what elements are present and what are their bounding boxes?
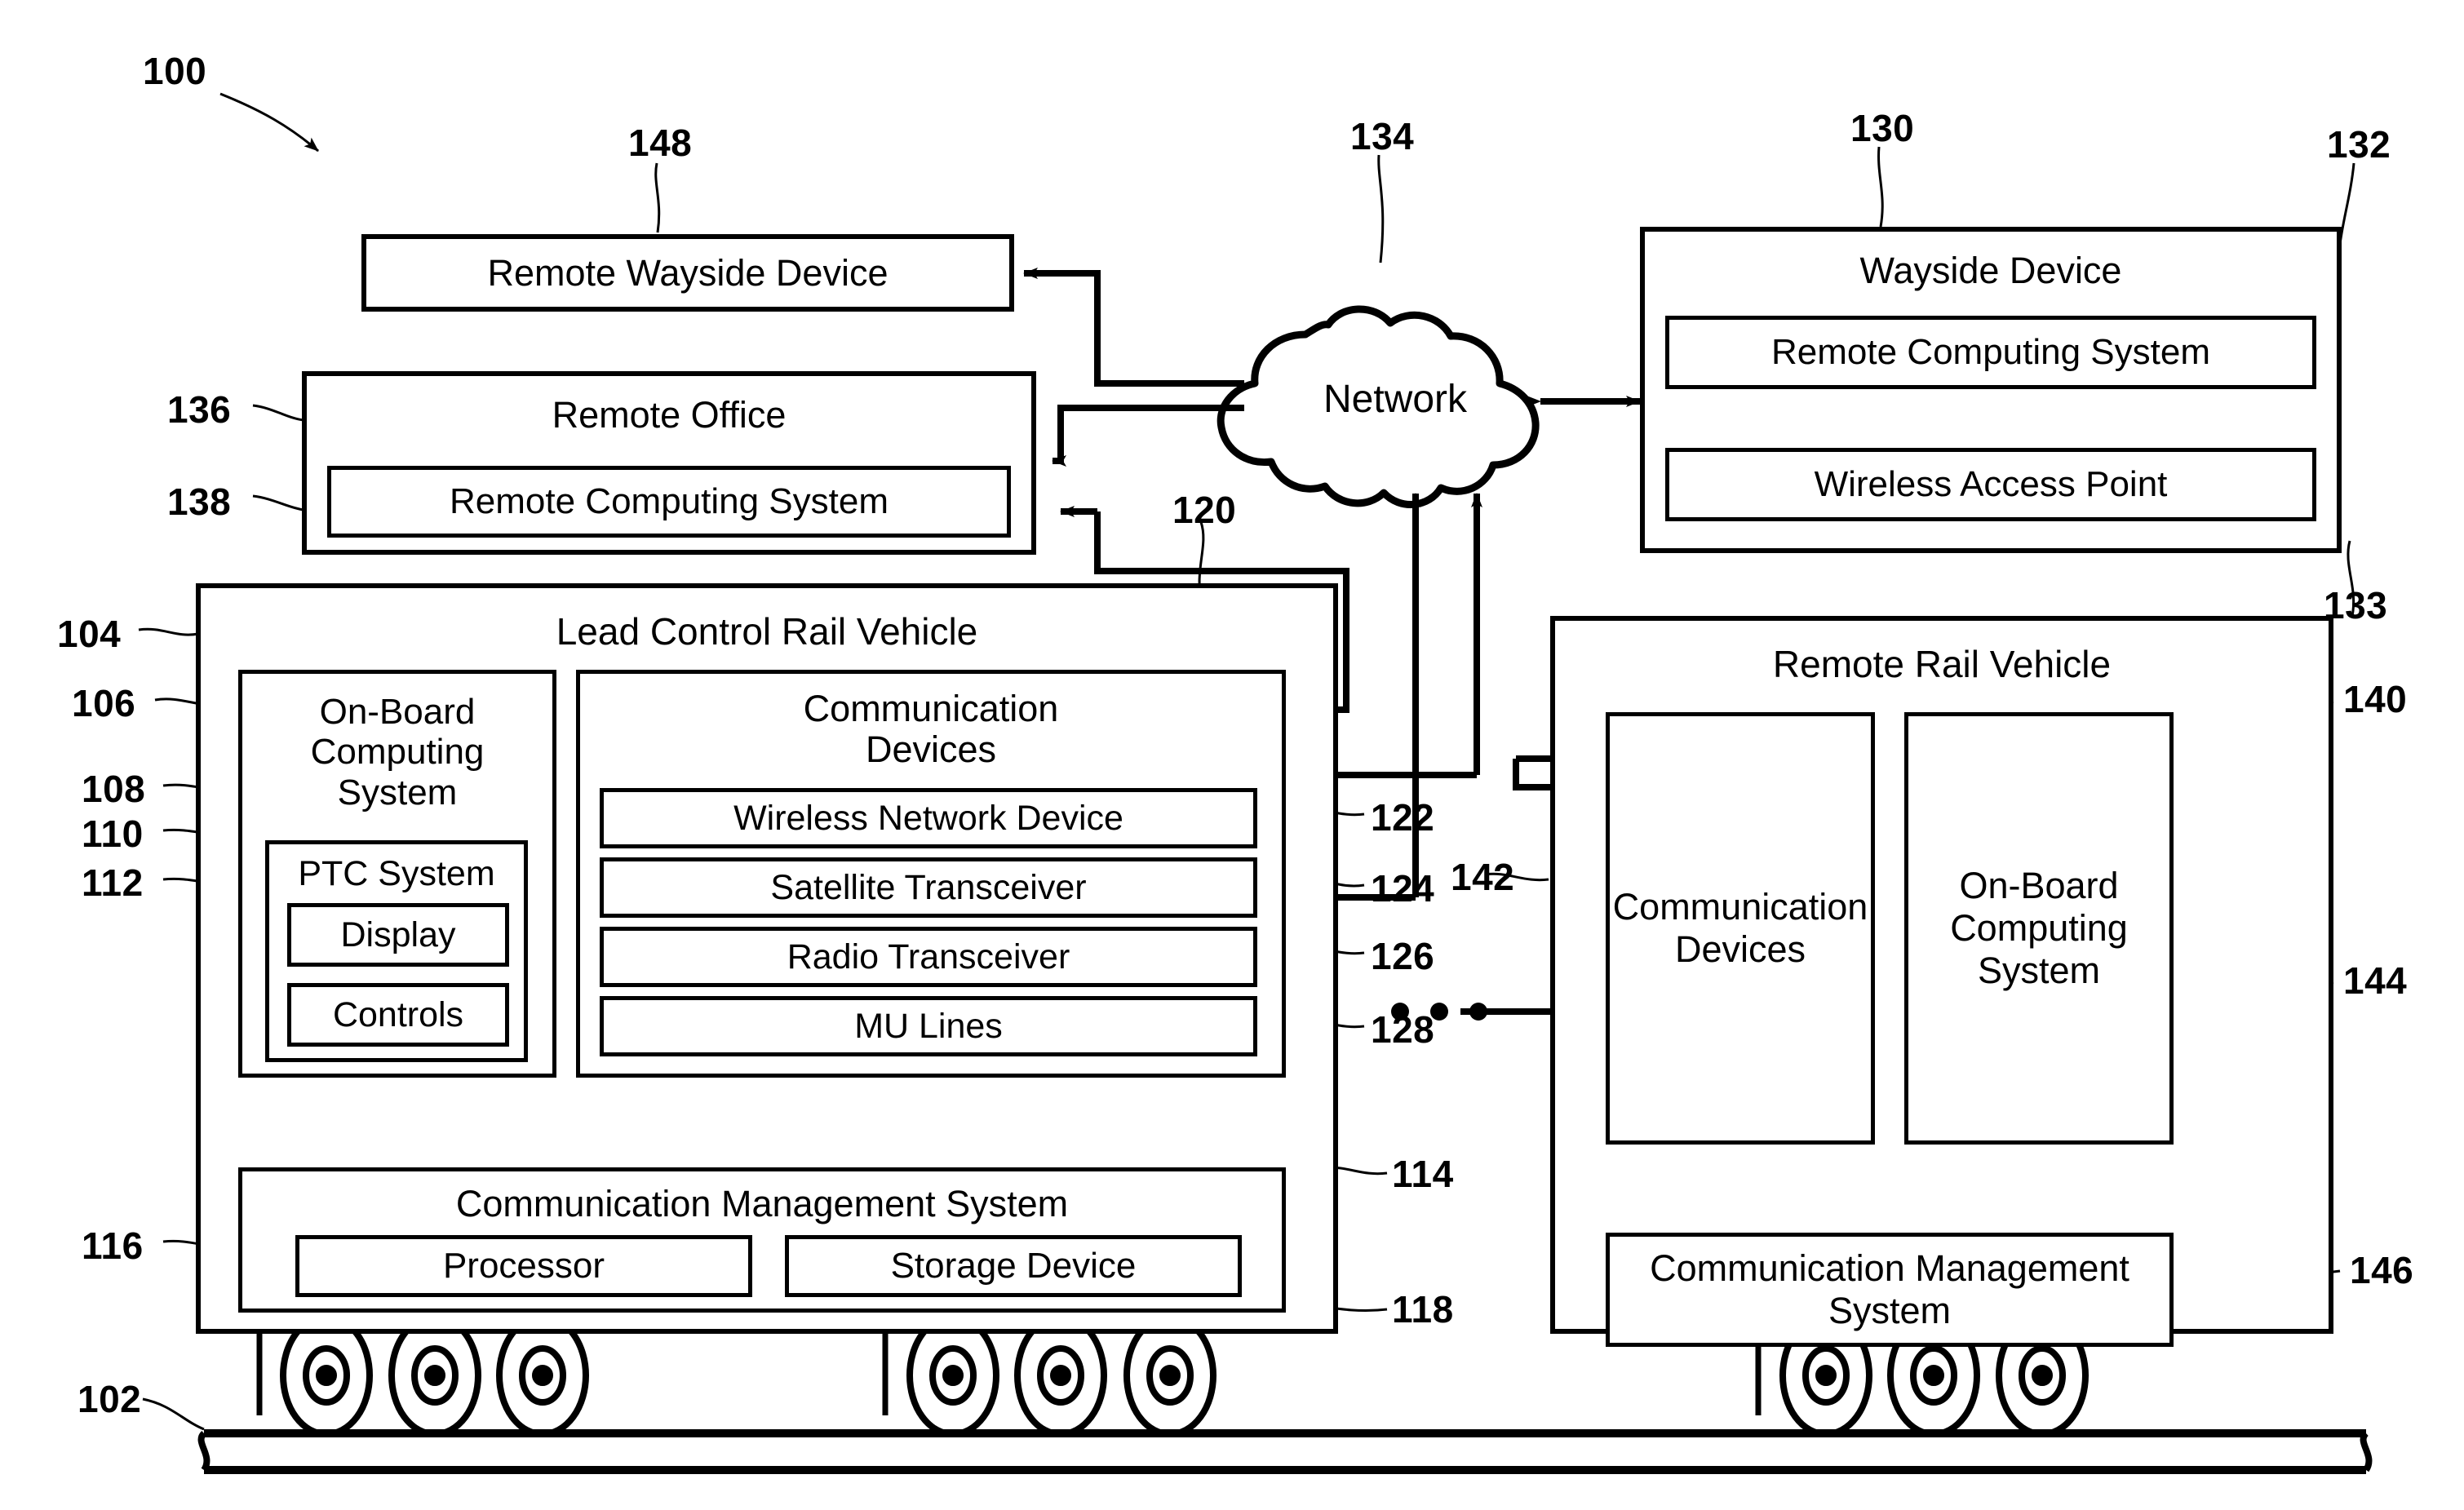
ref-102: 102 bbox=[78, 1378, 142, 1420]
satellite-transceiver-box[interactable]: Satellite Transceiver bbox=[600, 857, 1257, 918]
ref-100: 100 bbox=[143, 50, 207, 92]
ref-126: 126 bbox=[1371, 935, 1435, 977]
lead-control-rail-vehicle-box[interactable]: Lead Control Rail Vehicle On-Board Compu… bbox=[196, 583, 1338, 1334]
remote-wayside-device-box[interactable]: Remote Wayside Device bbox=[361, 234, 1014, 312]
ptc-system-title: PTC System bbox=[298, 854, 495, 893]
communication-devices-title: Communication Devices bbox=[803, 688, 1059, 771]
ref-116: 116 bbox=[82, 1224, 144, 1267]
storage-device-box[interactable]: Storage Device bbox=[785, 1235, 1242, 1297]
ref-124: 124 bbox=[1371, 867, 1435, 910]
ref-104: 104 bbox=[57, 613, 122, 655]
figure-canvas: Remote Wayside Device Remote Office Remo… bbox=[0, 0, 2464, 1510]
ref-140: 140 bbox=[2343, 678, 2408, 720]
mu-lines-box[interactable]: MU Lines bbox=[600, 996, 1257, 1056]
ref-112: 112 bbox=[82, 861, 144, 904]
ref-136: 136 bbox=[167, 388, 232, 431]
wireless-network-device-box[interactable]: Wireless Network Device bbox=[600, 788, 1257, 848]
remote-rail-vehicle-box[interactable]: Remote Rail Vehicle Communication Device… bbox=[1550, 616, 2333, 1347]
wireless-access-point-box[interactable]: Wireless Access Point bbox=[1665, 448, 2316, 521]
ref-134: 134 bbox=[1350, 115, 1415, 157]
remote-office-title: Remote Office bbox=[552, 394, 787, 436]
ref-114: 114 bbox=[1392, 1153, 1454, 1195]
ref-146: 146 bbox=[2350, 1249, 2414, 1291]
communication-management-system-box[interactable]: Communication Management System Processo… bbox=[238, 1167, 1286, 1313]
wayside-device-box[interactable]: Wayside Device Remote Computing System W… bbox=[1640, 227, 2342, 553]
ref-148: 148 bbox=[628, 122, 693, 164]
onboard-computing-system-title: On-Board Computing System bbox=[310, 692, 485, 813]
wayside-device-title: Wayside Device bbox=[1859, 250, 2122, 291]
network-label: Network bbox=[1323, 378, 1468, 422]
communication-devices-box[interactable]: Communication Devices Wireless Network D… bbox=[576, 670, 1286, 1078]
ref-128: 128 bbox=[1371, 1008, 1435, 1051]
wayside-remote-computing-system-box[interactable]: Remote Computing System bbox=[1665, 316, 2316, 389]
ref-133: 133 bbox=[2324, 584, 2388, 627]
rail-track bbox=[197, 1429, 2373, 1474]
ref-130: 130 bbox=[1850, 107, 1915, 149]
ref-118: 118 bbox=[1392, 1288, 1454, 1331]
ellipsis-dot-3 bbox=[1469, 1003, 1487, 1021]
remote-communication-management-system-box[interactable]: Communication Management System bbox=[1606, 1233, 2174, 1347]
remote-onboard-computing-system-box[interactable]: On-Board Computing System bbox=[1904, 712, 2174, 1145]
ref-108: 108 bbox=[82, 768, 146, 810]
remote-office-box[interactable]: Remote Office Remote Computing System bbox=[302, 371, 1036, 555]
onboard-computing-system-box[interactable]: On-Board Computing System PTC System Dis… bbox=[238, 670, 556, 1078]
radio-transceiver-box[interactable]: Radio Transceiver bbox=[600, 927, 1257, 987]
processor-box[interactable]: Processor bbox=[295, 1235, 752, 1297]
controls-box[interactable]: Controls bbox=[287, 983, 509, 1047]
communication-management-system-title: Communication Management System bbox=[455, 1183, 1069, 1224]
lead-control-rail-vehicle-title: Lead Control Rail Vehicle bbox=[556, 610, 978, 653]
ref-120: 120 bbox=[1172, 489, 1237, 531]
remote-rail-vehicle-title: Remote Rail Vehicle bbox=[1772, 643, 2112, 685]
ref-138: 138 bbox=[167, 480, 232, 523]
ref-144: 144 bbox=[2343, 959, 2408, 1002]
ref-122: 122 bbox=[1371, 796, 1435, 839]
ref-142: 142 bbox=[1451, 856, 1515, 898]
ref-110: 110 bbox=[82, 813, 144, 855]
remote-communication-devices-box[interactable]: Communication Devices bbox=[1606, 712, 1875, 1145]
ref-132: 132 bbox=[2327, 123, 2391, 166]
display-box[interactable]: Display bbox=[287, 903, 509, 967]
ref-106: 106 bbox=[72, 682, 136, 724]
ptc-system-box[interactable]: PTC System Display Controls bbox=[265, 840, 528, 1062]
remote-office-computing-system-box[interactable]: Remote Computing System bbox=[327, 466, 1011, 538]
